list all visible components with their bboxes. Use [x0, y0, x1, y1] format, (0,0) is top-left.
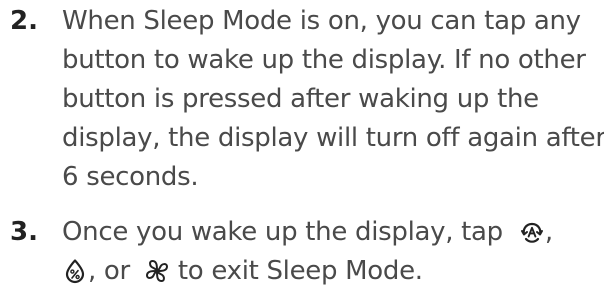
- step-number: 3.: [10, 217, 38, 247]
- step-text-line: When Sleep Mode is on, you can tap any: [62, 6, 581, 36]
- step-text: Once you wake up the display, tap , , or…: [62, 213, 602, 291]
- step-text-line: Once you wake up the display, tap ,: [62, 213, 602, 252]
- step-text: When Sleep Mode is on, you can tap any b…: [62, 2, 604, 197]
- fan-icon: [144, 258, 170, 284]
- humidity-icon: [62, 258, 88, 284]
- step-text-line: button is pressed after waking up the: [62, 84, 539, 114]
- step-number: 2.: [10, 6, 38, 36]
- step-text-fragment: , or: [88, 256, 130, 286]
- step-text-line: display, the display will turn off again…: [62, 123, 604, 153]
- step-text-fragment: ,: [544, 217, 553, 247]
- step-text-line: , or to exit Sleep Mode.: [62, 252, 602, 291]
- auto-mode-icon: [519, 219, 545, 245]
- step-text-line: button to wake up the display. If no oth…: [62, 45, 586, 75]
- step-text-line: 6 seconds.: [62, 162, 199, 192]
- step-text-fragment: to exit Sleep Mode.: [177, 256, 423, 286]
- step-text-fragment: Once you wake up the display, tap: [62, 217, 503, 247]
